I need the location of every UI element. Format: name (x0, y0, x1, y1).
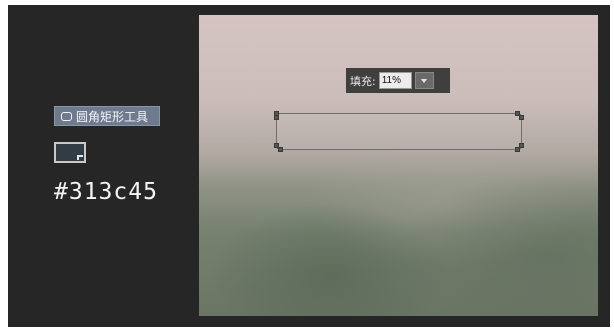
anchor-handle-left-upper[interactable] (274, 115, 279, 120)
fill-dropdown-button[interactable] (414, 72, 434, 89)
color-swatch[interactable] (54, 142, 86, 163)
fill-options-bar: 填充: 11% (346, 68, 450, 93)
swatch-corner-icon (77, 155, 83, 160)
fill-opacity-input[interactable]: 11% (378, 72, 412, 89)
anchor-handle-right-upper[interactable] (519, 115, 524, 120)
tool-label: 圆角矩形工具 (76, 109, 149, 124)
hex-color-label: #313c45 (54, 179, 158, 205)
rounded-rectangle-tool[interactable]: 圆角矩形工具 (54, 106, 160, 126)
anchor-handle-bottom-left[interactable] (278, 147, 283, 152)
rounded-rectangle-icon (61, 111, 72, 121)
chevron-down-icon (421, 78, 428, 83)
rounded-rectangle-shape[interactable] (276, 113, 522, 150)
canvas[interactable]: 填充: 11% (199, 15, 598, 316)
fill-label: 填充: (350, 74, 376, 88)
anchor-handle-bottom-right[interactable] (515, 147, 520, 152)
